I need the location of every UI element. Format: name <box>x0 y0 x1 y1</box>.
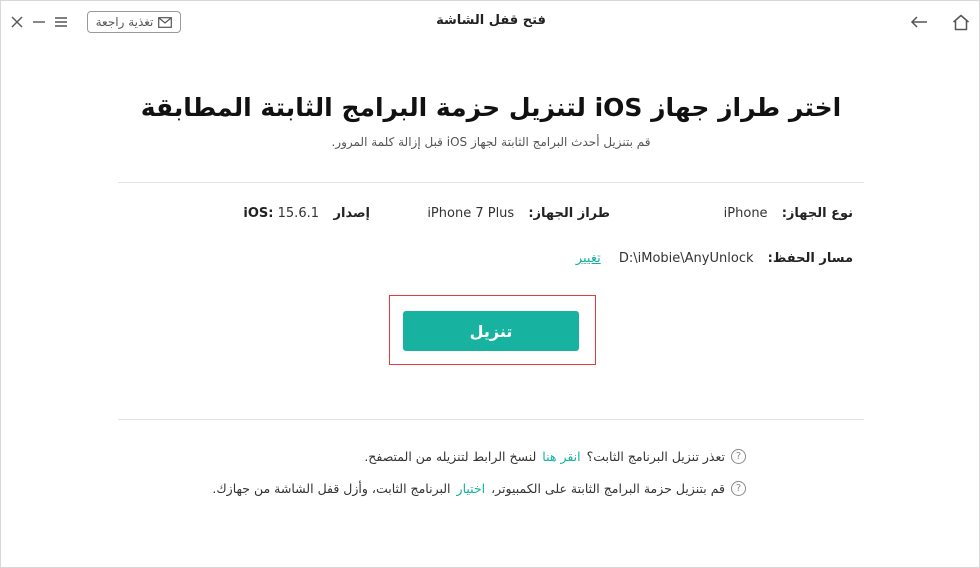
menu-icon <box>55 17 67 27</box>
back-arrow-icon <box>910 16 927 28</box>
ios-version-value: 15.6.1 <box>277 206 319 221</box>
device-model-value: iPhone 7 Plus <box>427 206 515 221</box>
click-here-link[interactable]: انقر هنا <box>542 449 580 464</box>
minimize-icon <box>33 21 45 23</box>
ios-version-field: إصدار iOS: 15.6.1 <box>243 206 370 221</box>
window-title: فتح قفل الشاشة <box>436 13 546 28</box>
divider-bottom <box>118 419 864 420</box>
menu-button[interactable] <box>49 10 73 34</box>
device-model-field: طراز الجهاز: iPhone 7 Plus <box>427 206 610 221</box>
download-button[interactable]: تنزيل <box>403 311 579 351</box>
change-path-link[interactable]: تغيير <box>576 251 601 266</box>
device-type-value: iPhone <box>723 206 768 221</box>
page-subtitle: قم بتنزيل أحدث البرامج الثابتة لجهاز iOS… <box>331 135 651 149</box>
save-path-value: D:\iMobie\AnyUnlock <box>618 251 754 266</box>
app-window: تغذية راجعة فتح قفل الشاشة اختر طراز جها… <box>0 0 980 568</box>
device-type-field: نوع الجهاز: iPhone <box>724 206 853 221</box>
save-path-field: مسار الحفظ: D:\iMobie\AnyUnlock تغيير <box>576 251 853 266</box>
save-path-label: مسار الحفظ: <box>767 251 853 266</box>
page-title: اختر طراز جهاز iOS لتنزيل حزمة البرامج ا… <box>140 93 842 122</box>
select-firmware-link[interactable]: اختيار <box>457 481 486 496</box>
note1-prefix: تعذر تنزيل البرنامج الثابت؟ <box>586 449 725 464</box>
question-circle-icon: ? <box>731 481 746 496</box>
back-button[interactable] <box>907 10 931 34</box>
question-circle-icon: ? <box>731 449 746 464</box>
home-icon <box>953 14 969 30</box>
mail-icon <box>158 16 173 28</box>
feedback-button[interactable]: تغذية راجعة <box>87 11 181 33</box>
divider-top <box>118 182 864 183</box>
minimize-button[interactable] <box>27 10 51 34</box>
help-note-1: ? تعذر تنزيل البرنامج الثابت؟ انقر هنا ل… <box>364 449 746 464</box>
close-button[interactable] <box>5 10 29 34</box>
note2-prefix: قم بتنزيل حزمة البرامج الثابتة على الكمب… <box>491 481 725 496</box>
close-icon <box>11 16 23 28</box>
home-button[interactable] <box>949 10 973 34</box>
feedback-label: تغذية راجعة <box>95 15 154 29</box>
help-note-2: ? قم بتنزيل حزمة البرامج الثابتة على الك… <box>212 481 746 496</box>
title-bar: تغذية راجعة فتح قفل الشاشة <box>1 1 979 41</box>
note2-suffix: البرنامج الثابت، وأزل قفل الشاشة من جهاز… <box>212 481 451 496</box>
device-type-label: نوع الجهاز: <box>781 206 853 221</box>
device-model-label: طراز الجهاز: <box>528 206 610 221</box>
note1-suffix: لنسخ الرابط لتنزيله من المتصفح. <box>364 449 537 464</box>
